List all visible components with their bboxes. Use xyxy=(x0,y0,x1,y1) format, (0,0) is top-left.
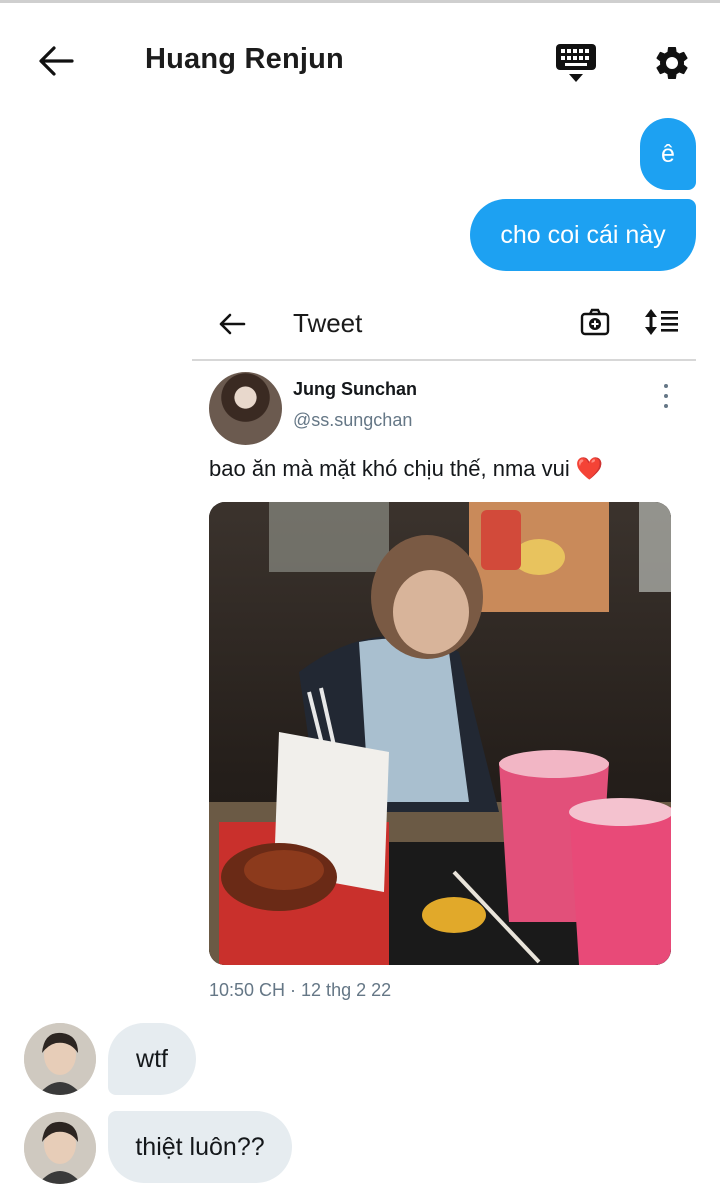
received-message[interactable]: thiệt luôn?? xyxy=(108,1111,292,1183)
avatar[interactable] xyxy=(24,1023,96,1095)
back-button[interactable] xyxy=(32,39,80,83)
tweet-top-bar: Tweet xyxy=(192,288,696,361)
keyboard-toggle-button[interactable] xyxy=(552,39,600,87)
settings-button[interactable] xyxy=(648,39,696,87)
page-title: Huang Renjun xyxy=(145,43,344,75)
gear-icon xyxy=(656,46,688,79)
camera-plus-icon xyxy=(578,304,612,340)
tweet-photo xyxy=(209,502,671,965)
sent-message[interactable]: cho coi cái này xyxy=(470,199,696,271)
sort-icon xyxy=(642,304,682,340)
heart-emoji: ❤️ xyxy=(575,456,604,481)
sent-message[interactable]: ê xyxy=(640,118,696,190)
arrow-left-icon xyxy=(39,46,74,76)
tweet-bar-title: Tweet xyxy=(293,308,363,338)
received-message[interactable]: wtf xyxy=(108,1023,196,1095)
shared-tweet-image[interactable]: Tweet Jung Sunchan @ss.sungchan bao ăn m… xyxy=(192,288,696,1018)
tweet-author-avatar xyxy=(209,372,282,445)
tweet-text: bao ăn mà mặt khó chịu thế, nma vui ❤️ xyxy=(209,456,603,482)
keyboard-hide-icon xyxy=(556,44,596,82)
avatar[interactable] xyxy=(24,1112,96,1184)
tweet-author-name: Jung Sunchan xyxy=(293,379,418,399)
tweet-text-body: bao ăn mà mặt khó chịu thế, nma vui xyxy=(209,456,570,481)
more-options-icon xyxy=(658,384,674,408)
arrow-left-icon xyxy=(219,313,246,335)
chat-header: Huang Renjun xyxy=(0,3,720,113)
tweet-back-arrow xyxy=(214,306,250,342)
tweet-author-handle: @ss.sungchan xyxy=(293,410,413,430)
tweet-timestamp: 10:50 CH · 12 thg 2 22 xyxy=(209,980,392,1000)
